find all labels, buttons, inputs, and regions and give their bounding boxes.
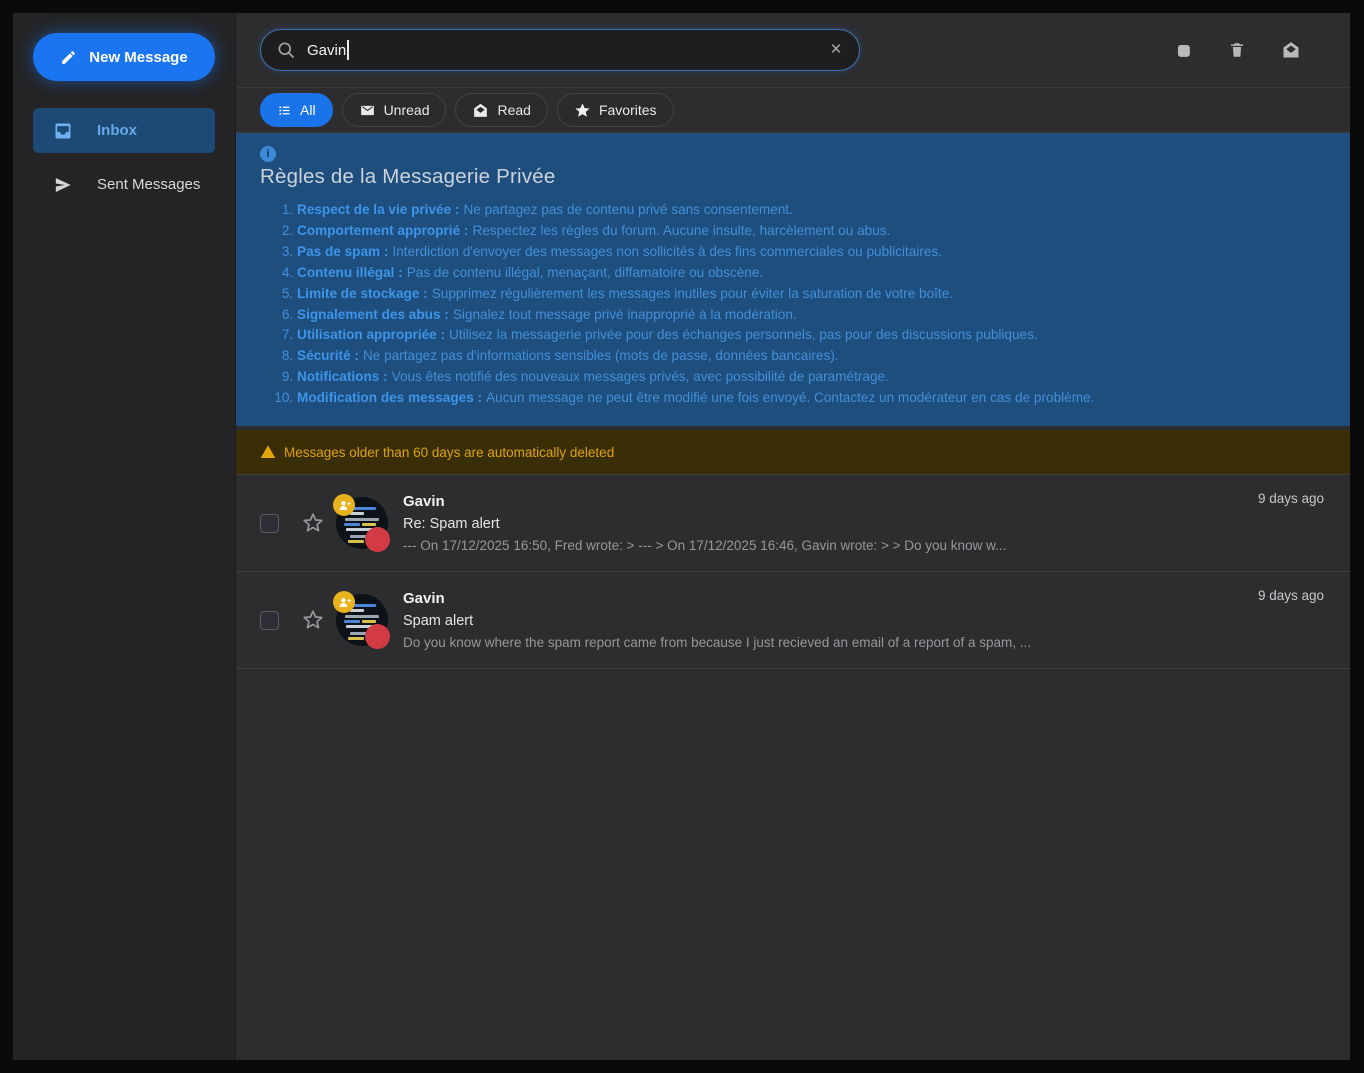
filter-unread[interactable]: Unread (342, 93, 447, 127)
paper-plane-icon (53, 175, 73, 195)
main-panel: × (236, 13, 1350, 1060)
inbox-icon (53, 121, 73, 141)
message-sender: Gavin (403, 493, 1006, 510)
retention-notice: Messages older than 60 days are automati… (236, 430, 1350, 474)
toolbar-actions (1170, 37, 1326, 63)
search-input[interactable] (260, 29, 860, 71)
new-message-button[interactable]: New Message (33, 33, 215, 81)
mark-read-button[interactable] (1278, 37, 1304, 63)
filter-all[interactable]: All (260, 93, 333, 127)
topbar: × (236, 13, 1350, 88)
message-time: 9 days ago (1258, 588, 1324, 603)
open-envelope-icon (1281, 40, 1301, 60)
filter-read[interactable]: Read (455, 93, 547, 127)
open-envelope-icon (472, 102, 489, 119)
rule-item: Modification des messages :Aucun message… (297, 388, 1326, 409)
sidebar-item-inbox[interactable]: Inbox (33, 108, 215, 153)
clear-search-button[interactable]: × (822, 36, 850, 64)
filter-favorites[interactable]: Favorites (557, 93, 674, 127)
red-status-dot (365, 624, 390, 649)
search-box: × (260, 29, 860, 71)
message-list: Gavin Re: Spam alert --- On 17/12/2025 1… (236, 474, 1350, 669)
rule-item: Respect de la vie privée :Ne partagez pa… (297, 200, 1326, 221)
retention-notice-text: Messages older than 60 days are automati… (284, 445, 614, 460)
sidebar: New Message Inbox Sent Messages (13, 13, 236, 1060)
rule-item: Pas de spam :Interdiction d'envoyer des … (297, 242, 1326, 263)
sidebar-nav: Inbox Sent Messages (33, 108, 215, 207)
message-checkbox[interactable] (260, 611, 279, 630)
favorite-star-button[interactable] (301, 511, 325, 535)
filter-label: All (300, 102, 316, 118)
rule-item: Signalement des abus :Signalez tout mess… (297, 305, 1326, 326)
app-window: New Message Inbox Sent Messages (13, 13, 1350, 1060)
message-content: Gavin Re: Spam alert --- On 17/12/2025 1… (403, 493, 1126, 553)
list-icon (277, 103, 292, 118)
square-icon (1174, 41, 1193, 60)
message-subject: Spam alert (403, 613, 1031, 629)
message-row[interactable]: Gavin Spam alert Do you know where the s… (236, 572, 1350, 669)
filter-label: Unread (384, 102, 430, 118)
star-outline-icon (301, 608, 325, 632)
message-preview: Do you know where the spam report came f… (403, 635, 1031, 650)
rule-item: Sécurité :Ne partagez pas d'informations… (297, 346, 1326, 367)
red-status-dot (365, 527, 390, 552)
delete-button[interactable] (1224, 37, 1250, 63)
message-preview: --- On 17/12/2025 16:50, Fred wrote: > -… (403, 538, 1006, 553)
avatar (336, 594, 388, 646)
envelope-icon (359, 102, 376, 119)
pencil-icon (60, 49, 77, 66)
warning-icon (260, 444, 276, 460)
user-badge-icon (333, 494, 355, 516)
message-content: Gavin Spam alert Do you know where the s… (403, 590, 1151, 650)
text-caret (347, 40, 349, 60)
new-message-label: New Message (89, 49, 187, 66)
message-subject: Re: Spam alert (403, 516, 1006, 532)
star-outline-icon (301, 511, 325, 535)
sidebar-item-label: Inbox (97, 122, 137, 139)
rule-item: Notifications :Vous êtes notifié des nou… (297, 367, 1326, 388)
message-sender: Gavin (403, 590, 1031, 607)
user-badge-icon (333, 591, 355, 613)
avatar (336, 497, 388, 549)
trash-icon (1228, 41, 1246, 59)
message-checkbox[interactable] (260, 514, 279, 533)
message-row[interactable]: Gavin Re: Spam alert --- On 17/12/2025 1… (236, 475, 1350, 572)
message-time: 9 days ago (1258, 491, 1324, 506)
rule-item: Utilisation appropriée :Utilisez la mess… (297, 325, 1326, 346)
rule-item: Contenu illégal :Pas de contenu illégal,… (297, 263, 1326, 284)
filter-label: Read (497, 102, 530, 118)
sidebar-item-sent-messages[interactable]: Sent Messages (33, 162, 215, 207)
rules-title: Règles de la Messagerie Privée (260, 165, 1326, 189)
select-all-button[interactable] (1170, 37, 1196, 63)
sidebar-item-label: Sent Messages (97, 176, 200, 193)
filter-bar: All Unread Read Favorites (236, 88, 1350, 133)
filter-label: Favorites (599, 102, 657, 118)
rule-item: Comportement approprié :Respectez les rè… (297, 221, 1326, 242)
rules-panel: i Règles de la Messagerie Privée Respect… (236, 133, 1350, 426)
rule-item: Limite de stockage :Supprimez régulièrem… (297, 284, 1326, 305)
info-icon: i (260, 146, 276, 162)
rules-list: Respect de la vie privée :Ne partagez pa… (260, 200, 1326, 409)
favorite-star-button[interactable] (301, 608, 325, 632)
star-icon (574, 102, 591, 119)
